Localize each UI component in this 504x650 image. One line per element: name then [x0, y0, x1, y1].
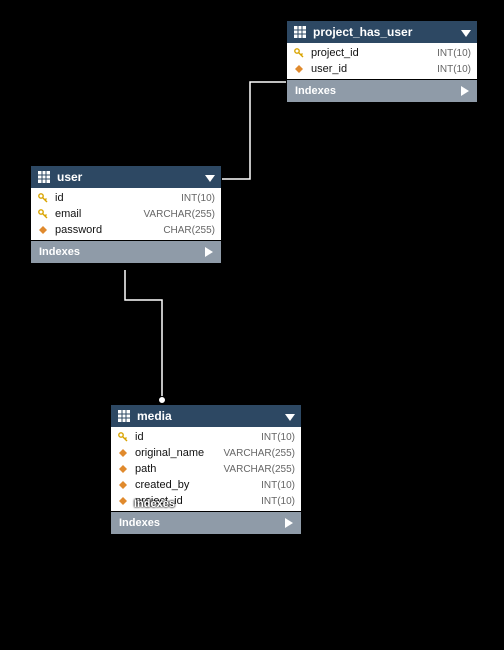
- column-row[interactable]: password CHAR(255): [31, 222, 221, 238]
- table-media[interactable]: media id INT(10) original_name VARCHAR(255)…: [110, 404, 302, 535]
- collapse-toggle-icon[interactable]: [285, 411, 295, 421]
- table-icon: [117, 409, 131, 423]
- column-name: email: [55, 208, 138, 220]
- collapse-toggle-icon[interactable]: [205, 172, 215, 182]
- table-header[interactable]: user: [31, 166, 221, 188]
- diamond-icon: [117, 495, 129, 507]
- key-icon: [293, 47, 305, 59]
- diamond-icon: [293, 63, 305, 75]
- column-row[interactable]: id INT(10): [111, 429, 301, 445]
- column-type: INT(10): [261, 480, 295, 491]
- column-row[interactable]: path VARCHAR(255): [111, 461, 301, 477]
- connector-endpoint: [158, 396, 166, 404]
- column-row[interactable]: id INT(10): [31, 190, 221, 206]
- table-project-has-user[interactable]: project_has_user project_idINT(10)user_i…: [286, 20, 478, 103]
- erd-canvas: project_has_user project_idINT(10)user_i…: [0, 0, 504, 650]
- column-name: project_id: [311, 47, 431, 59]
- column-name: original_name: [135, 447, 218, 459]
- table-header[interactable]: project_has_user: [287, 21, 477, 43]
- column-type: CHAR(255): [163, 225, 215, 236]
- indexes-bar[interactable]: Indexes: [31, 240, 221, 263]
- column-name: id: [55, 192, 175, 204]
- column-type: INT(10): [437, 64, 471, 75]
- key-icon: [117, 431, 129, 443]
- column-type: INT(10): [261, 496, 295, 507]
- indexes-bar[interactable]: Indexes: [111, 511, 301, 534]
- column-list: project_id INT(10) user_id INT(10): [287, 43, 477, 79]
- column-list: id INT(10) email VARCHAR(255) password CHAR(2…: [31, 188, 221, 240]
- column-type: VARCHAR(255): [224, 464, 296, 475]
- column-type: VARCHAR(255): [224, 448, 296, 459]
- column-row[interactable]: created_by INT(10): [111, 477, 301, 493]
- table-icon: [293, 25, 307, 39]
- expand-arrow-icon: [285, 518, 293, 528]
- column-name: path: [135, 463, 218, 475]
- column-name: user_id: [311, 63, 431, 75]
- expand-arrow-icon: [205, 247, 213, 257]
- column-type: VARCHAR(255): [144, 209, 216, 220]
- key-icon: [37, 208, 49, 220]
- table-title: media: [137, 409, 279, 423]
- column-name: id: [135, 431, 255, 443]
- collapse-toggle-icon[interactable]: [461, 27, 471, 37]
- table-header[interactable]: media: [111, 405, 301, 427]
- diamond-icon: [117, 447, 129, 459]
- column-type: INT(10): [261, 432, 295, 443]
- key-icon: [37, 192, 49, 204]
- indexes-bar[interactable]: Indexes: [287, 79, 477, 102]
- column-row[interactable]: project_id INT(10): [287, 45, 477, 61]
- diamond-icon: [117, 479, 129, 491]
- diamond-icon: [117, 463, 129, 475]
- column-row[interactable]: email VARCHAR(255): [31, 206, 221, 222]
- column-type: INT(10): [181, 193, 215, 204]
- table-user[interactable]: user id INT(10) email VARCHAR(255) password C…: [30, 165, 222, 264]
- diamond-icon: [37, 224, 49, 236]
- column-name: password: [55, 224, 157, 236]
- column-type: INT(10): [437, 48, 471, 59]
- table-title: project_has_user: [313, 25, 455, 39]
- indexes-label: Indexes: [39, 246, 80, 258]
- column-name: created_by: [135, 479, 255, 491]
- indexes-label: Indexes: [119, 517, 160, 529]
- indexes-label: Indexes: [295, 85, 336, 97]
- expand-arrow-icon: [461, 86, 469, 96]
- column-row[interactable]: original_name VARCHAR(255): [111, 445, 301, 461]
- overlay-indexes-label: Indexes: [134, 498, 175, 510]
- column-row[interactable]: user_id INT(10): [287, 61, 477, 77]
- table-icon: [37, 170, 51, 184]
- table-title: user: [57, 170, 199, 184]
